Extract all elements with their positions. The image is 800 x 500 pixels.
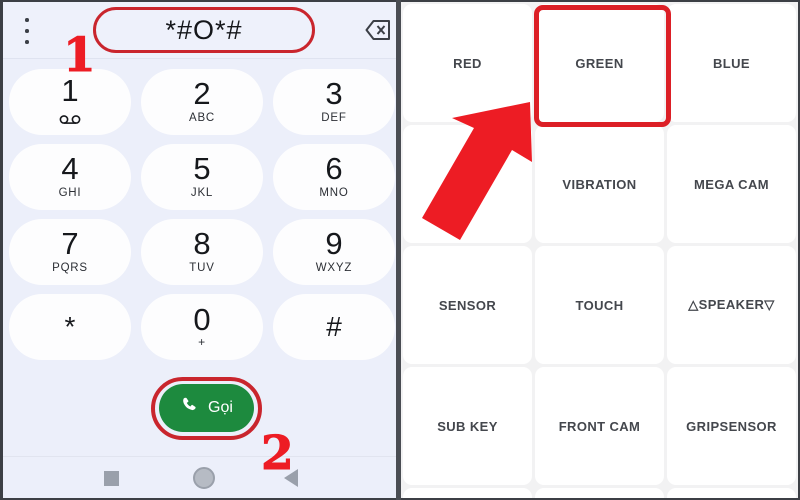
dialpad-key-digit: 4: [61, 151, 79, 186]
dialpad-key-letters: JKL: [190, 187, 214, 199]
dialpad-key-letters: WXYZ: [315, 262, 353, 274]
dialpad-key-digit: 6: [325, 151, 343, 186]
dialpad-key-7[interactable]: 7 PQRS: [9, 219, 131, 285]
dialpad-key-digit: 9: [325, 226, 343, 261]
test-cell-vibration[interactable]: VIBRATION: [535, 125, 664, 243]
dialpad-key-digit: 0: [193, 302, 211, 337]
test-cell-empty-2[interactable]: [535, 488, 664, 498]
test-cell-rec[interactable]: REC: [403, 125, 532, 243]
hardware-test-menu-panel: RED GREEN BLUE REC VIBRATION MEGA CAM SE…: [401, 0, 800, 500]
annotation-step-1: 1: [63, 28, 97, 83]
test-cell-speaker[interactable]: △SPEAKER▽: [667, 246, 796, 364]
dialpad-key-digit: 3: [325, 76, 343, 111]
square-recents-icon[interactable]: [104, 471, 119, 486]
circle-home-icon[interactable]: [193, 467, 215, 489]
dialpad-key-letters: ABC: [188, 112, 216, 124]
dialpad-key-5[interactable]: 5 JKL: [141, 144, 263, 210]
dialpad-key-letters: MNO: [319, 187, 349, 199]
dialpad-key-0[interactable]: 0 +: [141, 294, 263, 360]
dialpad-key-3[interactable]: 3 DEF: [273, 69, 395, 135]
screenshot-root: *#O*# 1 2 ABC 3 DEF 4 GHI 5 JKL 6 MNO 7 …: [0, 0, 800, 500]
test-cell-front-cam[interactable]: FRONT CAM: [535, 367, 664, 485]
test-cell-red[interactable]: RED: [403, 4, 532, 122]
dialpad-key-digit: 7: [61, 226, 79, 261]
dialpad-key-hash[interactable]: #: [273, 294, 395, 360]
call-button-highlight: [151, 377, 262, 440]
dialpad-key-letters: TUV: [189, 262, 215, 274]
test-cell-green[interactable]: GREEN: [535, 4, 664, 122]
dialpad-key-2[interactable]: 2 ABC: [141, 69, 263, 135]
test-cell-touch[interactable]: TOUCH: [535, 246, 664, 364]
dialpad-key-6[interactable]: 6 MNO: [273, 144, 395, 210]
test-cell-blue[interactable]: BLUE: [667, 4, 796, 122]
dialpad-key-digit: *: [64, 311, 76, 342]
dialpad-key-digit: 5: [193, 151, 211, 186]
test-cell-empty-3[interactable]: [667, 488, 796, 498]
phone-number-input[interactable]: *#O*#: [99, 10, 309, 50]
voicemail-icon: [59, 111, 81, 129]
dialpad-key-letters: PQRS: [52, 262, 88, 274]
dialpad-key-9[interactable]: 9 WXYZ: [273, 219, 395, 285]
dialpad-key-8[interactable]: 8 TUV: [141, 219, 263, 285]
test-cell-mega-cam[interactable]: MEGA CAM: [667, 125, 796, 243]
backspace-icon[interactable]: [365, 19, 391, 41]
dialpad-key-digit: 8: [193, 226, 211, 261]
test-cell-gripsensor[interactable]: GRIPSENSOR: [667, 367, 796, 485]
dialpad: 1 2 ABC 3 DEF 4 GHI 5 JKL 6 MNO 7 PQRS 8…: [9, 65, 395, 361]
dialpad-key-letters: DEF: [321, 112, 347, 124]
dialpad-key-4[interactable]: 4 GHI: [9, 144, 131, 210]
kebab-menu-icon[interactable]: [20, 18, 34, 44]
dialpad-key-digit: 2: [193, 76, 211, 111]
test-cell-empty-1[interactable]: [403, 488, 532, 498]
annotation-step-2: 2: [261, 426, 295, 481]
dialpad-key-digit: #: [326, 311, 342, 342]
dialpad-key-plus: +: [198, 335, 206, 349]
test-cell-sub-key[interactable]: SUB KEY: [403, 367, 532, 485]
android-navbar: [3, 456, 398, 498]
dialpad-key-letters: GHI: [58, 187, 82, 199]
dialpad-key-star[interactable]: *: [9, 294, 131, 360]
phone-dialer-panel: *#O*# 1 2 ABC 3 DEF 4 GHI 5 JKL 6 MNO 7 …: [0, 0, 398, 500]
test-cell-sensor[interactable]: SENSOR: [403, 246, 532, 364]
test-menu-grid: RED GREEN BLUE REC VIBRATION MEGA CAM SE…: [403, 4, 796, 498]
